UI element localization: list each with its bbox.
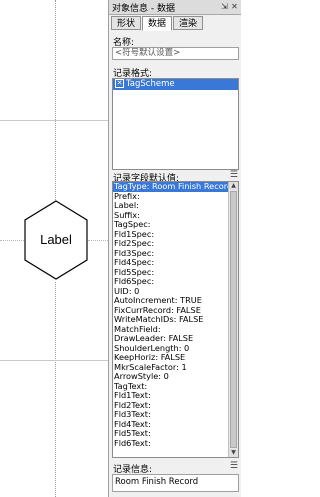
field-row[interactable]: MatchField: bbox=[113, 325, 238, 335]
field-row[interactable]: KeepHoriz: FALSE bbox=[113, 353, 238, 363]
field-row[interactable]: ArrowStyle: 0 bbox=[113, 372, 238, 382]
guide-line-vertical bbox=[55, 282, 56, 497]
field-row[interactable]: Fld5Text: bbox=[113, 429, 238, 439]
palette-titlebar[interactable]: 对象信息 - 数据 ⇲ ✕ bbox=[109, 0, 241, 15]
record-info-field[interactable]: Room Finish Record bbox=[112, 474, 239, 492]
field-row[interactable]: Fld4Text: bbox=[113, 420, 238, 430]
field-row[interactable]: Fld2Spec: bbox=[113, 239, 238, 249]
field-row[interactable]: AutoIncrement: TRUE bbox=[113, 296, 238, 306]
close-icon[interactable]: ✕ bbox=[230, 2, 239, 11]
tab-shape[interactable]: 形状 bbox=[111, 16, 141, 30]
field-row[interactable]: Fld2Text: bbox=[113, 401, 238, 411]
name-field[interactable]: <符号默认设置> bbox=[112, 47, 239, 60]
record-fields-list[interactable]: TagType: Room Finish Record Prefix: Labe… bbox=[112, 181, 239, 458]
tab-data[interactable]: 数据 bbox=[142, 16, 172, 31]
tab-render[interactable]: 渲染 bbox=[173, 16, 203, 30]
field-row[interactable]: TagSpec: bbox=[113, 220, 238, 230]
field-row[interactable]: WriteMatchIDs: FALSE bbox=[113, 315, 238, 325]
guide-line-horizontal bbox=[0, 360, 108, 361]
drawing-canvas[interactable]: Label bbox=[0, 0, 108, 497]
scroll-down-arrow-icon[interactable]: ▼ bbox=[229, 449, 238, 457]
field-row[interactable]: Prefix: bbox=[113, 192, 238, 202]
field-row[interactable]: Fld1Spec: bbox=[113, 230, 238, 240]
field-row[interactable]: MkrScaleFactor: 1 bbox=[113, 363, 238, 373]
scroll-up-arrow-icon[interactable]: ▲ bbox=[229, 182, 238, 190]
guide-line-vertical bbox=[55, 0, 56, 200]
record-info-menu-icon[interactable]: ☰ bbox=[230, 461, 238, 471]
field-row[interactable]: TagType: Room Finish Record bbox=[113, 182, 238, 192]
field-row[interactable]: TagText: bbox=[113, 382, 238, 392]
field-row[interactable]: Fld1Text: bbox=[113, 391, 238, 401]
field-row[interactable]: ShoulderLength: 0 bbox=[113, 344, 238, 354]
palette-title: 对象信息 - 数据 bbox=[112, 4, 175, 14]
field-row[interactable]: Fld6Text: bbox=[113, 439, 238, 449]
checkbox-icon[interactable]: ✕ bbox=[115, 79, 124, 88]
field-row[interactable]: Fld3Text: bbox=[113, 410, 238, 420]
field-row[interactable]: DrawLeader: FALSE bbox=[113, 334, 238, 344]
field-row[interactable]: Fld4Spec: bbox=[113, 258, 238, 268]
label-tag-text: Label bbox=[40, 232, 72, 247]
record-format-list[interactable]: ✕ TagScheme bbox=[112, 78, 239, 170]
guide-line-horizontal bbox=[88, 240, 108, 241]
field-row[interactable]: Fld5Spec: bbox=[113, 268, 238, 278]
field-row[interactable]: Fld6Spec: bbox=[113, 277, 238, 287]
object-info-palette: 对象信息 - 数据 ⇲ ✕ 形状 数据 渲染 名称: <符号默认设置> 记录格式… bbox=[108, 0, 241, 497]
record-format-item[interactable]: ✕ TagScheme bbox=[113, 79, 238, 90]
guide-line-horizontal bbox=[0, 240, 24, 241]
fields-scrollbar[interactable]: ▲ ▼ bbox=[228, 182, 238, 457]
record-format-item-label: TagScheme bbox=[126, 79, 175, 89]
pin-icon[interactable]: ⇲ bbox=[220, 2, 229, 11]
list-menu-icon[interactable]: ☰ bbox=[230, 170, 238, 180]
scrollbar-thumb[interactable] bbox=[230, 191, 237, 448]
field-row[interactable]: UID: 0 bbox=[113, 287, 238, 297]
field-row[interactable]: FixCurrRecord: FALSE bbox=[113, 306, 238, 316]
field-row[interactable]: Suffix: bbox=[113, 211, 238, 221]
field-row[interactable]: Label: bbox=[113, 201, 238, 211]
guide-line-horizontal bbox=[0, 120, 108, 121]
field-row[interactable]: Fld3Spec: bbox=[113, 249, 238, 259]
